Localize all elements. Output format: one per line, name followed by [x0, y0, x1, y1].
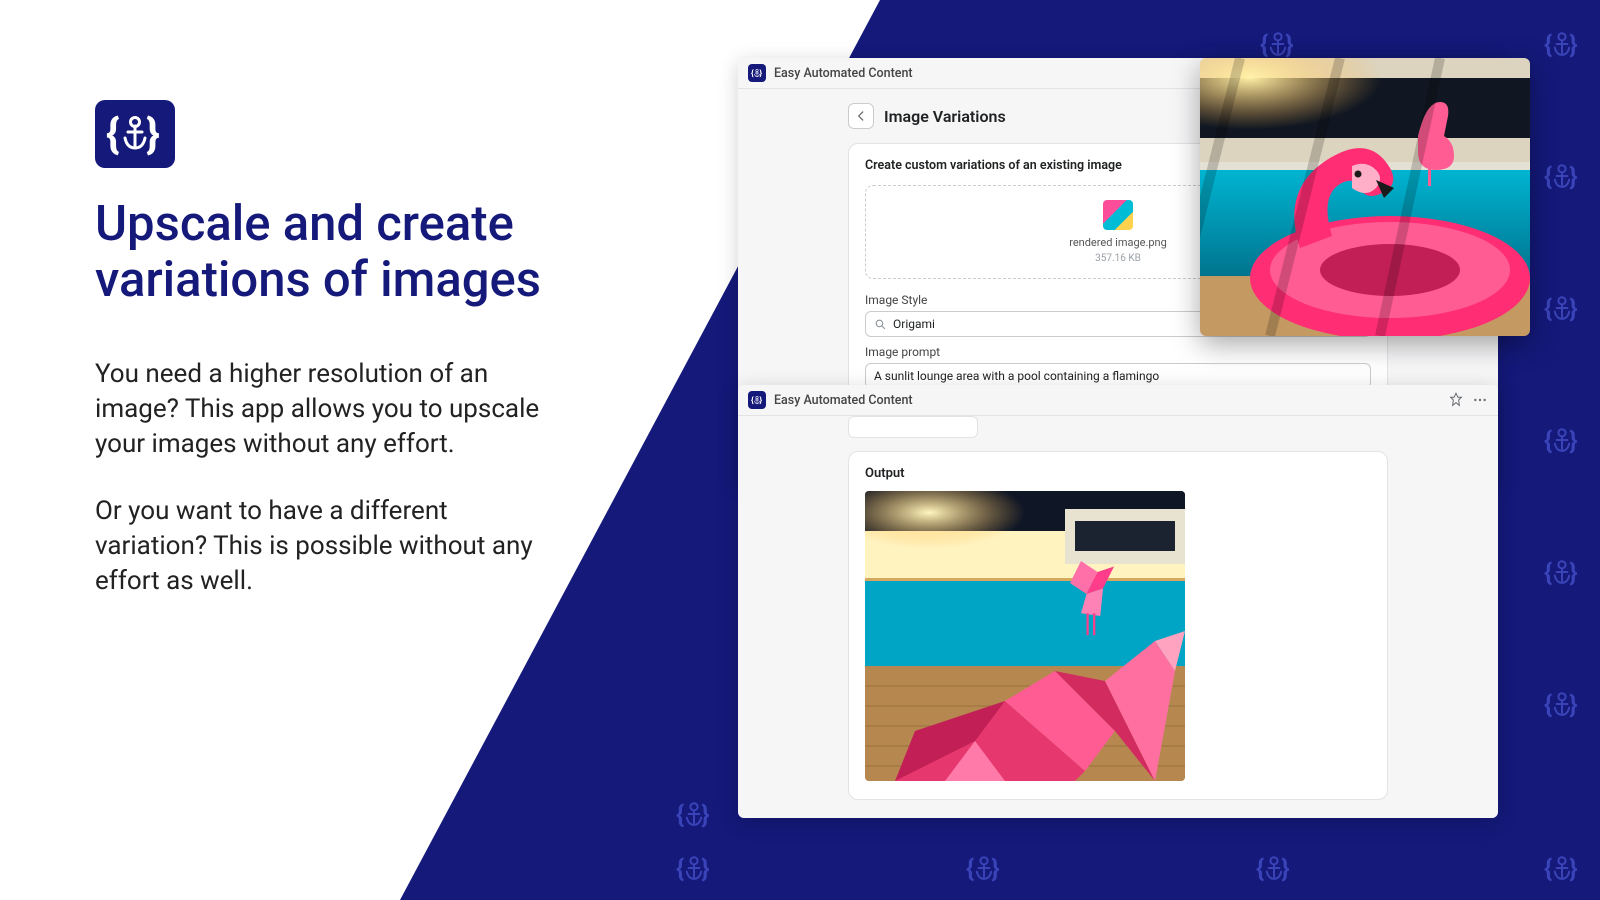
hero-paragraph-1: You need a higher resolution of an image…	[95, 357, 555, 462]
bg-anchor-icon	[1544, 422, 1580, 458]
output-label: Output	[865, 466, 1371, 481]
screenshot-output: Easy Automated Content Output	[738, 385, 1498, 818]
svg-text:}: }	[146, 110, 160, 158]
search-icon	[874, 318, 887, 331]
bg-anchor-icon	[1544, 26, 1580, 62]
app-name: Easy Automated Content	[774, 393, 913, 408]
bg-anchor-icon	[1544, 686, 1580, 722]
app-name: Easy Automated Content	[774, 66, 913, 81]
more-icon[interactable]	[1472, 392, 1488, 408]
upload-filename: rendered image.png	[1069, 236, 1167, 249]
anchor-icon	[748, 64, 766, 82]
app-header: Easy Automated Content	[738, 385, 1498, 416]
output-image	[865, 491, 1185, 781]
pin-icon[interactable]	[1448, 392, 1464, 408]
bg-anchor-icon	[1544, 850, 1580, 886]
bg-anchor-icon	[1544, 290, 1580, 326]
svg-text:{: {	[106, 110, 120, 158]
hero-paragraph-2: Or you want to have a different variatio…	[95, 494, 555, 599]
prompt-value: A sunlit lounge area with a pool contain…	[874, 369, 1159, 383]
bg-anchor-icon	[1256, 850, 1292, 886]
bg-anchor-icon	[1544, 158, 1580, 194]
card-edge	[848, 416, 978, 438]
back-button[interactable]	[848, 103, 874, 129]
arrow-left-icon	[854, 109, 868, 123]
page-title: Image Variations	[884, 107, 1006, 126]
bg-anchor-icon	[676, 796, 712, 832]
output-card: Output	[848, 451, 1388, 800]
bg-anchor-icon	[1544, 554, 1580, 590]
bg-anchor-icon	[676, 850, 712, 886]
upload-filesize: 357.16 KB	[1095, 253, 1141, 264]
bg-anchor-icon	[1260, 26, 1296, 62]
upload-thumbnail	[1103, 200, 1133, 230]
marketing-column: { } Upscale and create variations of ima…	[95, 100, 555, 631]
bg-anchor-icon	[966, 850, 1002, 886]
hero-heading: Upscale and create variations of images	[95, 196, 555, 309]
anchor-icon	[748, 391, 766, 409]
prompt-label: Image prompt	[865, 345, 1371, 359]
hero-photo	[1200, 58, 1530, 336]
style-value: Origami	[893, 317, 935, 331]
app-logo: { }	[95, 100, 175, 168]
